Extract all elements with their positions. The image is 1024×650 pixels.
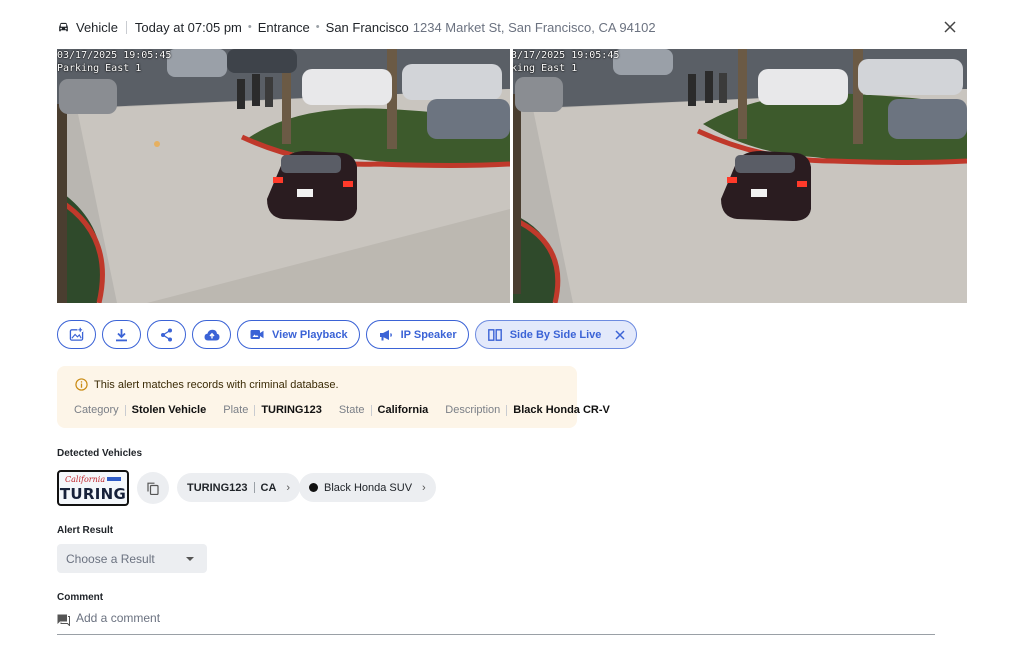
close-side-by-side-button[interactable] [615,329,625,340]
camera-feed-playback[interactable]: 03/17/2025 19:05:45 Parking East 1 [57,49,510,303]
plate-stripe [107,477,121,481]
ip-speaker-button[interactable]: IP Speaker [365,320,469,349]
side-by-side-label: Side By Side Live [509,328,602,341]
plate-chip[interactable]: TURING123 CA › [177,473,301,502]
alert-result-heading: Alert Result [57,525,114,536]
plate-value: TURING123 [261,404,322,416]
dot-separator: • [247,21,252,33]
comment-input[interactable] [76,611,876,625]
category-label: Category [74,404,119,416]
comment-icon [57,614,70,626]
alert-result-placeholder: Choose a Result [66,551,155,566]
share-icon [161,328,172,341]
criminal-database-alert: This alert matches records with criminal… [57,366,610,428]
event-time: Today at 07:05 pm [134,19,242,35]
copy-icon [147,482,159,495]
close-icon [615,329,625,340]
dot-separator: • [315,21,320,33]
address: 1234 Market St, San Francisco, CA 94102 [412,19,656,35]
state-value: California [377,404,429,416]
divider [506,404,508,416]
event-type: Vehicle [76,19,118,35]
vehicle-color-swatch [309,483,318,492]
detected-vehicles-heading: Detected Vehicles [57,448,143,459]
close-button[interactable] [941,18,959,36]
vehicle-chip-label: Black Honda SUV [324,481,413,494]
plate-label: Plate [223,404,249,416]
split-view-icon [487,328,502,341]
view-playback-button[interactable]: View Playback [237,320,360,349]
event-header: Vehicle Today at 07:05 pm • Entrance • S… [57,17,656,37]
chevron-right-icon: › [286,481,291,494]
vehicle-chip[interactable]: Black Honda SUV › [299,473,436,502]
download-icon [116,328,127,341]
media-toolbar: View Playback IP Speaker Side By Side Li… [57,320,638,349]
description-label: Description [445,404,501,416]
plate-image-text: TURING AI [59,485,127,504]
alert-message: This alert matches records with criminal… [94,378,339,391]
license-plate-image[interactable]: California TURING AI [57,470,129,506]
video-camera-icon [250,330,264,339]
city-name: San Francisco [325,19,409,35]
info-icon [75,378,88,391]
category-value: Stolen Vehicle [131,404,207,416]
alert-message-row: This alert matches records with criminal… [75,378,339,391]
view-playback-label: View Playback [272,328,348,341]
megaphone-icon [379,329,392,340]
plate-chip-state: CA [260,481,277,494]
chevron-right-icon: › [422,481,426,494]
side-by-side-live-button[interactable]: Side By Side Live [474,320,638,349]
alert-result-select[interactable]: Choose a Result [57,544,207,573]
screenshot-button[interactable] [57,320,96,349]
plate-state-text: California [65,475,106,484]
divider [370,404,372,416]
description-value: Black Honda CR-V [513,404,610,416]
divider [124,404,126,416]
divider [254,404,256,416]
comment-field[interactable] [57,610,935,635]
screenshot-icon [69,327,84,341]
plate-chip-number: TURING123 [187,481,248,494]
share-button[interactable] [147,320,186,349]
divider [125,20,127,34]
copy-button[interactable] [137,472,169,504]
camera-name: Entrance [257,19,310,35]
video-timestamp: 03/17/2025 19:05:45 [57,50,172,61]
close-icon [944,21,956,33]
video-timestamp: 3/17/2025 19:05:45 [513,50,620,61]
alert-details: Category Stolen Vehicle Plate TURING123 … [74,404,610,416]
comment-heading: Comment [57,592,104,603]
cloud-upload-button[interactable] [192,320,231,349]
camera-frame [57,49,510,303]
camera-feed-live[interactable]: 3/17/2025 19:05:45 king East 1 [513,49,967,303]
ip-speaker-label: IP Speaker [400,328,457,341]
video-timestamp-overlay: 03/17/2025 19:05:45 Parking East 1 [57,49,171,75]
caret-down-icon [186,557,194,561]
state-label: State [338,404,365,416]
video-camera-label: Parking East 1 [57,63,142,74]
car-icon [59,22,68,31]
divider [253,482,255,493]
video-camera-label: king East 1 [513,63,578,74]
camera-frame [513,49,967,303]
cloud-upload-icon [204,329,219,340]
video-timestamp-overlay: 3/17/2025 19:05:45 king East 1 [513,49,619,75]
download-button[interactable] [102,320,141,349]
